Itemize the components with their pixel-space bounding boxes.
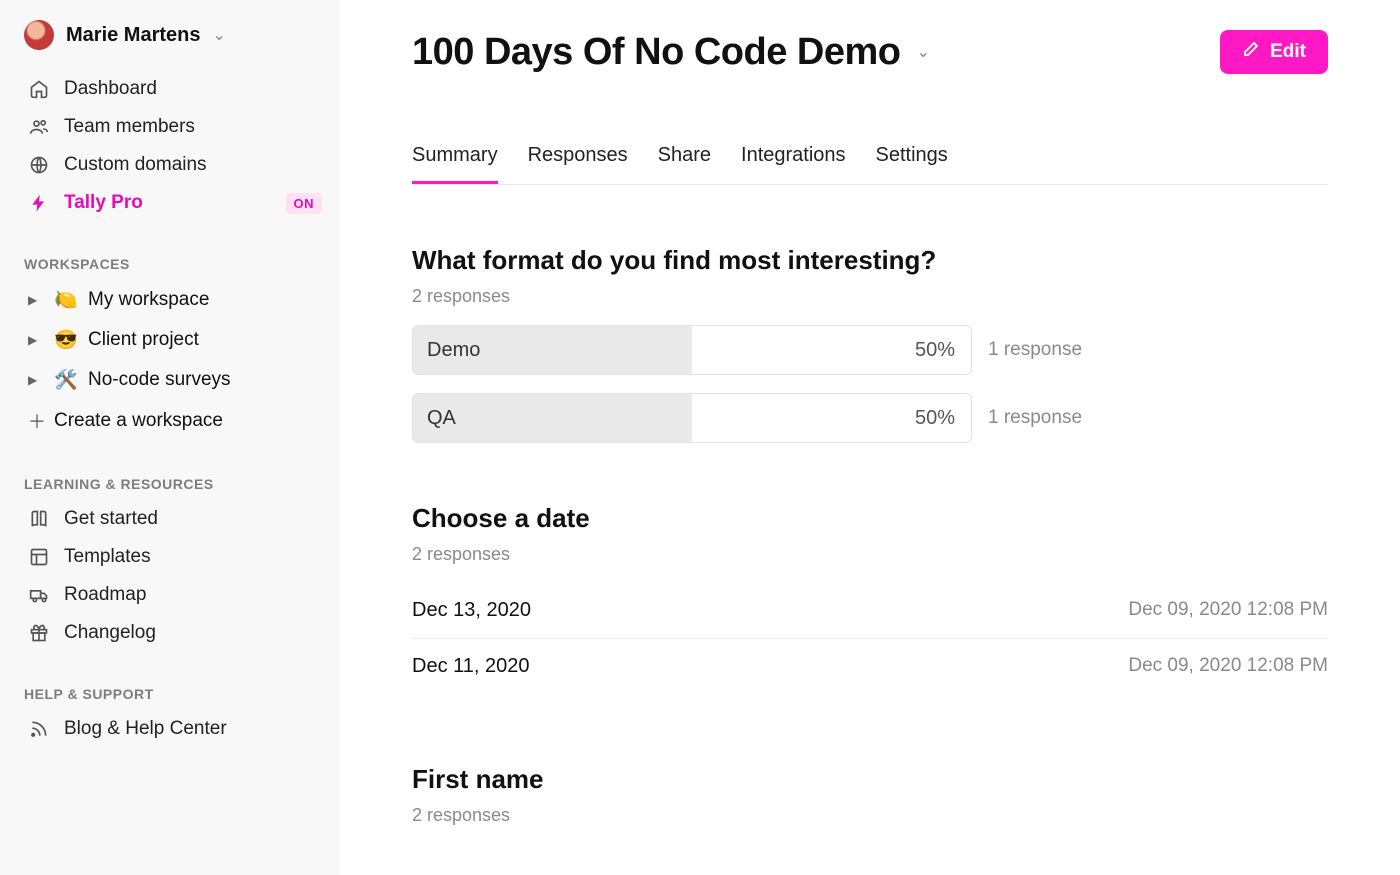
- option-label: Demo: [413, 339, 480, 362]
- tabs: Summary Responses Share Integrations Set…: [412, 144, 1328, 185]
- triangle-right-icon: ▶: [28, 293, 42, 307]
- option-bar: Demo 50%: [412, 325, 972, 375]
- nav-label: Templates: [64, 546, 151, 568]
- workspace-label: Client project: [88, 329, 199, 351]
- question-title: What format do you find most interesting…: [412, 245, 1328, 276]
- tab-share[interactable]: Share: [658, 144, 711, 184]
- workspace-emoji: 😎: [54, 328, 76, 352]
- avatar: [24, 20, 54, 50]
- on-badge: ON: [286, 193, 323, 214]
- response-row: Dec 13, 2020 Dec 09, 2020 12:08 PM: [412, 583, 1328, 639]
- chevron-down-icon: ⌄: [916, 42, 929, 62]
- nav-label: Tally Pro: [64, 192, 143, 214]
- nav-dashboard[interactable]: Dashboard: [24, 70, 326, 108]
- response-timestamp: Dec 09, 2020 12:08 PM: [1128, 599, 1328, 622]
- nav-label: Get started: [64, 508, 158, 530]
- layout-icon: [28, 547, 50, 567]
- question-block-format: What format do you find most interesting…: [412, 245, 1328, 443]
- edit-button[interactable]: Edit: [1220, 30, 1328, 74]
- bolt-icon: [28, 193, 50, 213]
- nav-tally-pro[interactable]: Tally Pro ON: [24, 184, 326, 222]
- rss-icon: [28, 719, 50, 739]
- option-bar: QA 50%: [412, 393, 972, 443]
- option-label: QA: [413, 407, 456, 430]
- option-percent: 50%: [915, 407, 971, 430]
- user-name: Marie Martens: [66, 24, 201, 47]
- create-workspace[interactable]: ＋ Create a workspace: [24, 400, 326, 442]
- nav-blog-help[interactable]: Blog & Help Center: [24, 710, 326, 748]
- option-row: QA 50% 1 response: [412, 393, 1328, 443]
- nav-label: Changelog: [64, 622, 156, 644]
- main-content: 100 Days Of No Code Demo ⌄ Edit Summary …: [340, 0, 1400, 875]
- option-percent: 50%: [915, 339, 971, 362]
- nav-domains[interactable]: Custom domains: [24, 146, 326, 184]
- title-dropdown[interactable]: 100 Days Of No Code Demo ⌄: [412, 31, 930, 74]
- nav-label: Dashboard: [64, 78, 157, 100]
- question-block-date: Choose a date 2 responses Dec 13, 2020 D…: [412, 503, 1328, 694]
- workspace-item[interactable]: ▶ 🛠️ No-code surveys: [24, 360, 326, 400]
- nav-team[interactable]: Team members: [24, 108, 326, 146]
- tab-summary[interactable]: Summary: [412, 144, 498, 184]
- option-row: Demo 50% 1 response: [412, 325, 1328, 375]
- plus-icon: ＋: [28, 408, 42, 434]
- question-subtitle: 2 responses: [412, 544, 1328, 565]
- nav-get-started[interactable]: Get started: [24, 500, 326, 538]
- page-title: 100 Days Of No Code Demo: [412, 31, 900, 74]
- option-count: 1 response: [988, 407, 1082, 429]
- nav-changelog[interactable]: Changelog: [24, 614, 326, 652]
- truck-icon: [28, 585, 50, 605]
- gift-icon: [28, 623, 50, 643]
- workspace-item[interactable]: ▶ 😎 Client project: [24, 320, 326, 360]
- section-workspaces: WORKSPACES: [24, 256, 326, 272]
- pencil-icon: [1242, 40, 1260, 64]
- globe-icon: [28, 155, 50, 175]
- response-row: Dec 11, 2020 Dec 09, 2020 12:08 PM: [412, 639, 1328, 694]
- response-value: Dec 11, 2020: [412, 655, 530, 678]
- question-subtitle: 2 responses: [412, 286, 1328, 307]
- triangle-right-icon: ▶: [28, 373, 42, 387]
- user-menu[interactable]: Marie Martens ⌄: [24, 20, 326, 50]
- nav-roadmap[interactable]: Roadmap: [24, 576, 326, 614]
- workspace-label: My workspace: [88, 289, 209, 311]
- nav-label: Blog & Help Center: [64, 718, 227, 740]
- create-workspace-label: Create a workspace: [54, 410, 223, 432]
- tab-responses[interactable]: Responses: [528, 144, 628, 184]
- workspace-emoji: 🍋: [54, 288, 76, 312]
- tab-settings[interactable]: Settings: [876, 144, 948, 184]
- workspace-item[interactable]: ▶ 🍋 My workspace: [24, 280, 326, 320]
- nav-label: Roadmap: [64, 584, 146, 606]
- workspace-label: No-code surveys: [88, 369, 231, 391]
- sidebar: Marie Martens ⌄ Dashboard Team members C…: [0, 0, 340, 875]
- section-help: HELP & SUPPORT: [24, 686, 326, 702]
- response-value: Dec 13, 2020: [412, 599, 531, 622]
- workspace-emoji: 🛠️: [54, 368, 76, 392]
- titlebar: 100 Days Of No Code Demo ⌄ Edit: [412, 30, 1328, 74]
- home-icon: [28, 79, 50, 99]
- question-subtitle: 2 responses: [412, 805, 1328, 826]
- chevron-down-icon: ⌄: [213, 25, 226, 45]
- tab-integrations[interactable]: Integrations: [741, 144, 846, 184]
- question-block-firstname: First name 2 responses: [412, 764, 1328, 826]
- nav-templates[interactable]: Templates: [24, 538, 326, 576]
- users-icon: [28, 117, 50, 137]
- question-title: First name: [412, 764, 1328, 795]
- nav-label: Custom domains: [64, 154, 207, 176]
- response-timestamp: Dec 09, 2020 12:08 PM: [1128, 655, 1328, 678]
- nav-label: Team members: [64, 116, 195, 138]
- question-title: Choose a date: [412, 503, 1328, 534]
- book-icon: [28, 509, 50, 529]
- option-count: 1 response: [988, 339, 1082, 361]
- triangle-right-icon: ▶: [28, 333, 42, 347]
- section-learning: LEARNING & RESOURCES: [24, 476, 326, 492]
- edit-label: Edit: [1270, 41, 1306, 63]
